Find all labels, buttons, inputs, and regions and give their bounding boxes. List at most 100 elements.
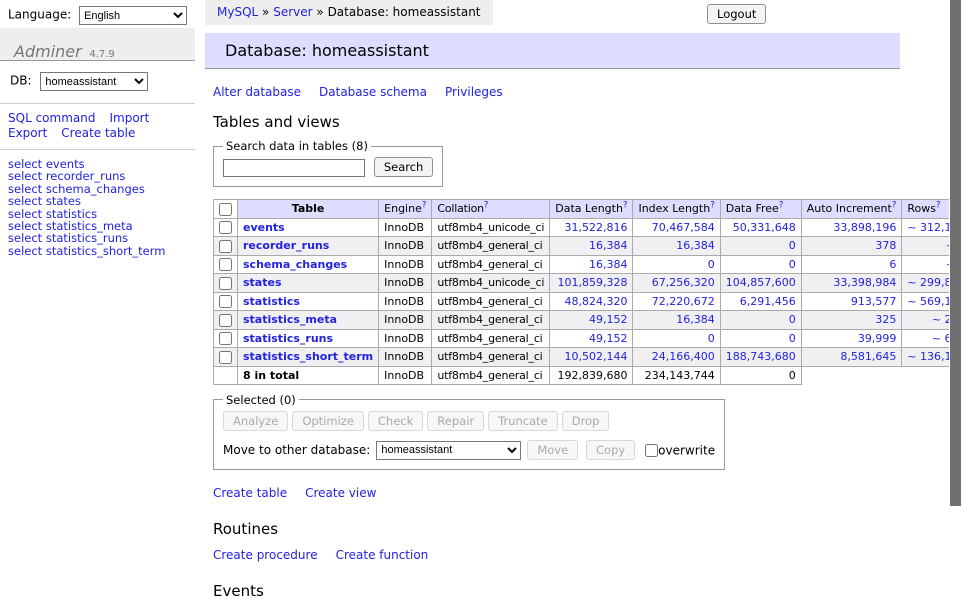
app-logo[interactable]: Adminer	[14, 42, 82, 61]
table-name-link[interactable]: statistics_meta	[243, 313, 337, 326]
index-length-link[interactable]: 0	[708, 332, 715, 345]
data-free-link[interactable]: 0	[789, 313, 796, 326]
check-button[interactable]: Check	[368, 411, 423, 431]
help-icon[interactable]: ?	[710, 201, 715, 211]
move-db-select[interactable]: homeassistant	[376, 441, 521, 460]
create-table-link[interactable]: Create table	[213, 486, 287, 500]
data-length-link[interactable]: 16,384	[589, 258, 628, 271]
auto-increment-link[interactable]: 6	[889, 258, 896, 271]
scrollbar-thumb[interactable]	[950, 0, 961, 506]
data-free-link[interactable]: 0	[789, 258, 796, 271]
col-header-index-length: Index Length?	[633, 200, 720, 219]
data-free-link[interactable]: 104,857,600	[726, 276, 796, 289]
copy-button[interactable]: Copy	[586, 440, 635, 460]
data-free-link[interactable]: 6,291,456	[740, 295, 796, 308]
table-name-link[interactable]: statistics	[243, 295, 300, 308]
table-name-cell: states	[238, 274, 379, 293]
help-icon[interactable]: ?	[936, 201, 941, 211]
tables-tbody: events InnoDB utf8mb4_unicode_ci 31,522,…	[214, 218, 966, 366]
data-length-link[interactable]: 101,859,328	[557, 276, 627, 289]
auto-increment-link[interactable]: 33,898,196	[833, 221, 896, 234]
index-length-link[interactable]: 16,384	[676, 239, 715, 252]
table-name-link[interactable]: events	[243, 221, 285, 234]
auto-increment-link[interactable]: 8,581,645	[840, 350, 896, 363]
row-checkbox[interactable]	[219, 314, 232, 327]
row-checkbox[interactable]	[219, 351, 232, 364]
data-length-link[interactable]: 16,384	[589, 239, 628, 252]
sidebar-link-select-statistics-runs[interactable]: select statistics_runs	[8, 232, 187, 244]
table-name-link[interactable]: schema_changes	[243, 258, 347, 271]
row-checkbox[interactable]	[219, 221, 232, 234]
row-checkbox[interactable]	[219, 240, 232, 253]
create-function-link[interactable]: Create function	[336, 548, 429, 562]
help-icon[interactable]: ?	[892, 201, 897, 211]
create-view-link[interactable]: Create view	[305, 486, 376, 500]
row-checkbox[interactable]	[219, 332, 232, 345]
index-length-link[interactable]: 72,220,672	[652, 295, 715, 308]
move-row: Move to other database:homeassistantMove…	[223, 440, 715, 460]
auto-increment-link[interactable]: 378	[875, 239, 896, 252]
sidebar-link-select-states[interactable]: select states	[8, 195, 187, 207]
data-length-link[interactable]: 49,152	[589, 332, 628, 345]
sidebar-link-sql-command[interactable]: SQL command	[8, 111, 95, 125]
help-icon[interactable]: ?	[779, 201, 784, 211]
search-button[interactable]: Search	[374, 157, 434, 177]
index-length-link[interactable]: 24,166,400	[652, 350, 715, 363]
analyze-button[interactable]: Analyze	[223, 411, 288, 431]
auto-increment-link[interactable]: 913,577	[851, 295, 897, 308]
row-checkbox[interactable]	[219, 277, 232, 290]
sidebar-link-select-statistics-short-term[interactable]: select statistics_short_term	[8, 245, 187, 257]
sidebar-link-import[interactable]: Import	[109, 111, 149, 125]
index-length-link[interactable]: 0	[708, 258, 715, 271]
index-length-link[interactable]: 16,384	[676, 313, 715, 326]
move-button[interactable]: Move	[527, 440, 578, 460]
table-name-link[interactable]: recorder_runs	[243, 239, 329, 252]
row-checkbox[interactable]	[219, 258, 232, 271]
row-checkbox-cell	[214, 329, 238, 348]
language-select[interactable]: English	[79, 6, 187, 25]
truncate-button[interactable]: Truncate	[488, 411, 558, 431]
optimize-button[interactable]: Optimize	[292, 411, 364, 431]
scrollbar-track[interactable]	[949, 0, 966, 543]
overwrite-checkbox[interactable]	[645, 444, 658, 457]
sidebar-link-export[interactable]: Export	[8, 126, 47, 140]
col-header-engine: Engine?	[379, 200, 432, 219]
auto-increment-link[interactable]: 39,999	[858, 332, 897, 345]
data-length-link[interactable]: 49,152	[589, 313, 628, 326]
data-free-link[interactable]: 0	[789, 239, 796, 252]
repair-button[interactable]: Repair	[427, 411, 484, 431]
sidebar-link-select-recorder-runs[interactable]: select recorder_runs	[8, 170, 187, 182]
drop-button[interactable]: Drop	[562, 411, 610, 431]
logout-button[interactable]: Logout	[707, 4, 766, 24]
index-length-link[interactable]: 70,467,584	[652, 221, 715, 234]
help-icon[interactable]: ?	[484, 201, 488, 211]
create-procedure-link[interactable]: Create procedure	[213, 548, 318, 562]
alter-database-link[interactable]: Alter database	[213, 85, 301, 99]
auto-increment-link[interactable]: 325	[875, 313, 896, 326]
data-free-cell: 0	[720, 311, 801, 330]
db-select[interactable]: homeassistant	[40, 72, 148, 91]
tables-heading: Tables and views	[213, 113, 950, 131]
database-schema-link[interactable]: Database schema	[319, 85, 427, 99]
help-icon[interactable]: ?	[422, 201, 427, 211]
breadcrumb-link-server[interactable]: Server	[273, 5, 312, 19]
data-length-link[interactable]: 31,522,816	[564, 221, 627, 234]
select-all-checkbox[interactable]	[219, 203, 232, 216]
search-input[interactable]	[223, 159, 365, 177]
privileges-link[interactable]: Privileges	[445, 85, 503, 99]
help-icon[interactable]: ?	[623, 201, 628, 211]
data-free-link[interactable]: 0	[789, 332, 796, 345]
data-length-link[interactable]: 48,824,320	[564, 295, 627, 308]
auto-increment-link[interactable]: 33,398,984	[833, 276, 896, 289]
table-name-link[interactable]: statistics_runs	[243, 332, 333, 345]
sidebar-link-create-table[interactable]: Create table	[61, 126, 135, 140]
table-name-link[interactable]: statistics_short_term	[243, 350, 373, 363]
data-free-link[interactable]: 50,331,648	[733, 221, 796, 234]
row-checkbox[interactable]	[219, 295, 232, 308]
data-length-link[interactable]: 10,502,144	[564, 350, 627, 363]
data-free-link[interactable]: 188,743,680	[726, 350, 796, 363]
col-header-table: Table	[238, 200, 379, 219]
breadcrumb-link-mysql[interactable]: MySQL	[217, 5, 258, 19]
table-name-link[interactable]: states	[243, 276, 282, 289]
index-length-link[interactable]: 67,256,320	[652, 276, 715, 289]
